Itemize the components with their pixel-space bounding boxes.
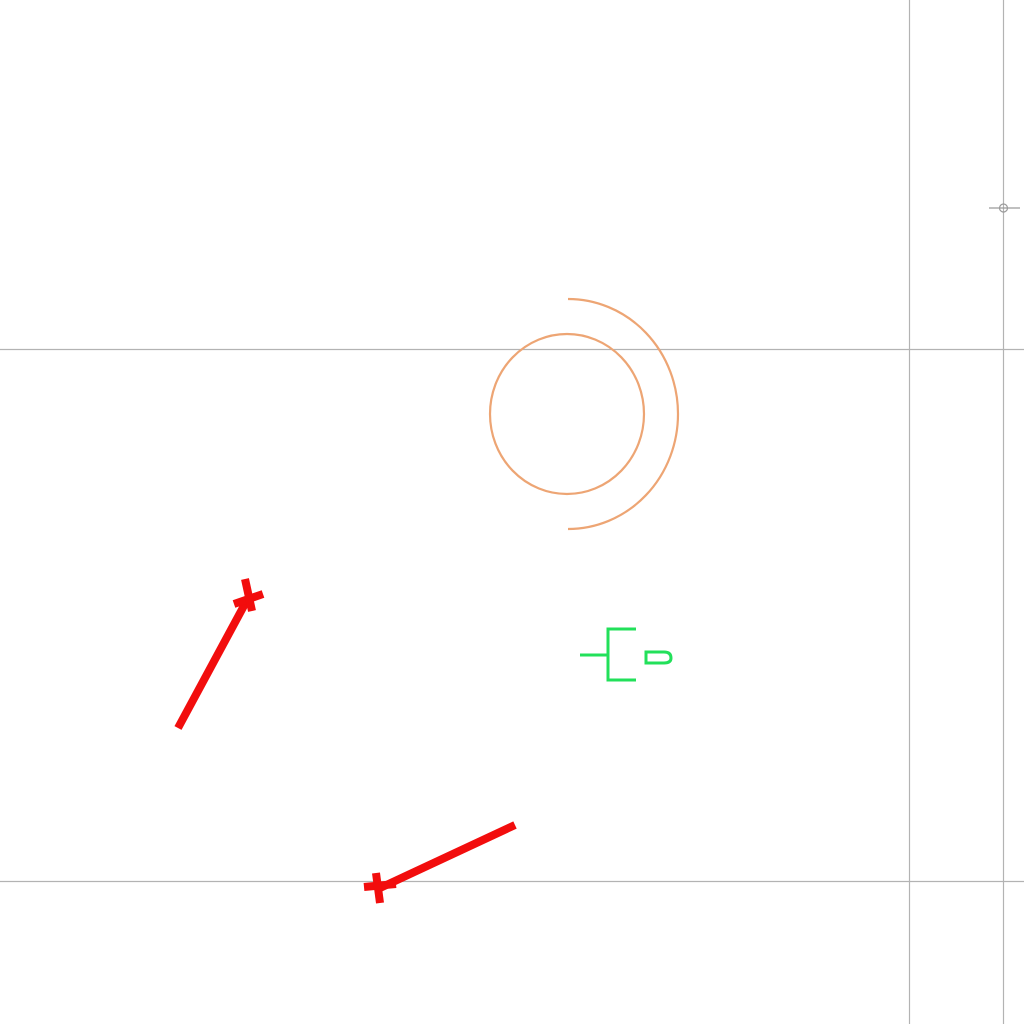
bracket-glyph[interactable] — [580, 627, 673, 682]
drawing-canvas[interactable] — [0, 0, 1024, 1024]
pin-marker-lower[interactable] — [363, 821, 517, 904]
inner-circle[interactable] — [488, 332, 646, 496]
crosshair-circle[interactable] — [989, 203, 1020, 213]
outer-half-arc[interactable] — [567, 297, 680, 531]
pin-marker-upper[interactable] — [174, 578, 265, 730]
